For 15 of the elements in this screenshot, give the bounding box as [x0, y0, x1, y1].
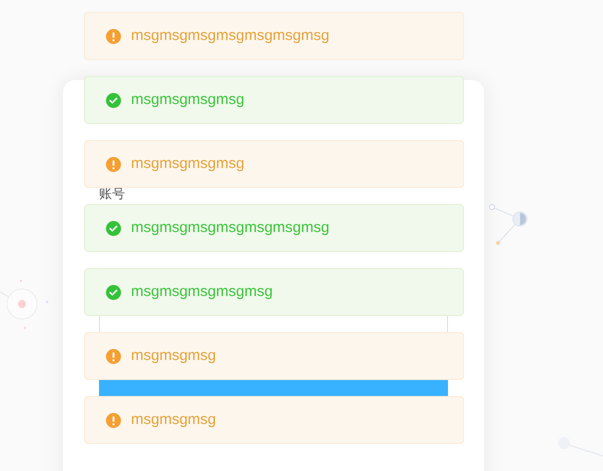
message-text: msgmsgmsgmsg [131, 90, 244, 110]
check-circle-icon [106, 284, 121, 300]
exclamation-circle-icon [106, 348, 121, 364]
exclamation-circle-icon [106, 412, 121, 428]
check-circle-icon [106, 220, 121, 236]
exclamation-circle-icon [106, 156, 121, 172]
account-label: 账号 [99, 186, 126, 201]
message-text: msgmsgmsg [131, 346, 216, 366]
message-text: msgmsgmsg [131, 410, 216, 430]
message-text: msgmsgmsgmsgmsgmsgmsg [131, 218, 330, 238]
message-text: msgmsgmsgmsgmsg [131, 282, 273, 302]
message-text: msgmsgmsgmsgmsgmsgmsg [131, 26, 330, 46]
exclamation-circle-icon [106, 28, 121, 44]
message-text: msgmsgmsgmsg [131, 154, 244, 174]
check-circle-icon [106, 92, 121, 108]
